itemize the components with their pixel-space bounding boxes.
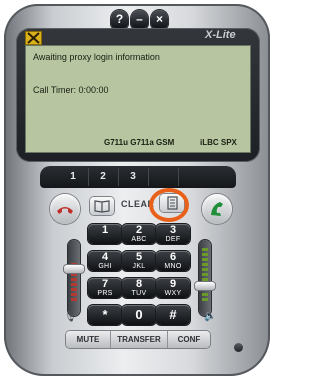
speaker-icon: 🔈 [204,311,217,322]
directory-button[interactable] [90,197,114,215]
close-button[interactable]: × [151,10,168,28]
speaker-volume-thumb[interactable] [64,265,84,273]
key-8[interactable]: 8 TUV [122,278,156,298]
mic-volume-thumb[interactable] [195,282,215,290]
xlite-logo-icon[interactable] [25,31,42,45]
help-button[interactable]: ? [111,10,128,28]
line-3-button[interactable]: 3 [118,168,149,186]
hangup-phone-icon [57,207,73,214]
codec-list-secondary: iLBC SPX [200,138,237,147]
key-3[interactable]: 3 DEF [156,224,190,244]
line-5-button[interactable] [178,168,208,186]
status-text: Awaiting proxy login information [33,52,160,62]
codec-list: G711u G711a GSM [104,138,175,147]
conf-button[interactable]: CONF [168,331,210,348]
call-timer: Call Timer: 0:00:00 [33,85,109,95]
key-1[interactable]: 1 [88,224,122,244]
call-phone-icon [211,202,223,216]
key-4[interactable]: 4 GHI [88,251,122,271]
transfer-button[interactable]: TRANSFER [111,331,168,348]
key-hash[interactable]: # [156,305,190,325]
menu-knob[interactable] [234,343,243,352]
minimize-button[interactable]: – [131,10,148,28]
hangup-button[interactable] [50,194,80,224]
mic-level-meter [202,248,208,301]
key-0[interactable]: 0 [122,305,156,325]
key-9[interactable]: 9 WXY [156,278,190,298]
line-1-button[interactable]: 1 [58,168,89,186]
call-button[interactable] [202,194,232,224]
line-2-button[interactable]: 2 [88,168,119,186]
mute-button[interactable]: MUTE [66,331,111,348]
book-icon [94,200,110,213]
microphone-icon: 🎙 [64,312,77,323]
key-5[interactable]: 5 JKL [122,251,156,271]
key-star[interactable]: * [88,305,122,325]
brand-label: X-Lite [205,29,236,41]
key-6[interactable]: 6 MNO [156,251,190,271]
speaker-level-meter [71,263,77,301]
key-7[interactable]: 7 PRS [88,278,122,298]
highlight-circle [149,188,189,222]
key-2[interactable]: 2 ABC [122,224,156,244]
line-4-button[interactable] [148,168,179,186]
